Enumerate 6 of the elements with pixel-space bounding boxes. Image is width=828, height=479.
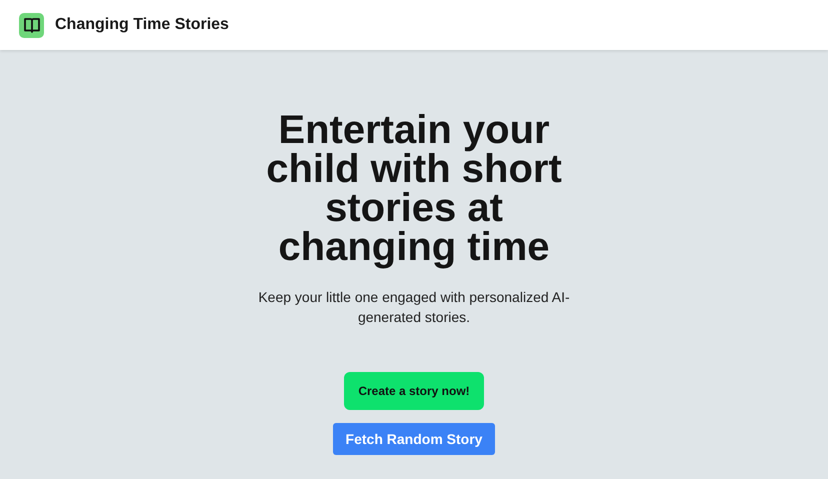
fetch-story-button[interactable]: Fetch Random Story (332, 423, 496, 455)
headline: Entertain your child with short stories at changing time (265, 111, 563, 267)
book-icon[interactable] (19, 12, 44, 38)
app-title[interactable]: Changing Time Stories (55, 16, 229, 34)
subtitle: Keep your little one engaged with personalized AI-generated stories. (257, 288, 571, 327)
create-story-button[interactable]: Create a story now! (344, 372, 484, 410)
